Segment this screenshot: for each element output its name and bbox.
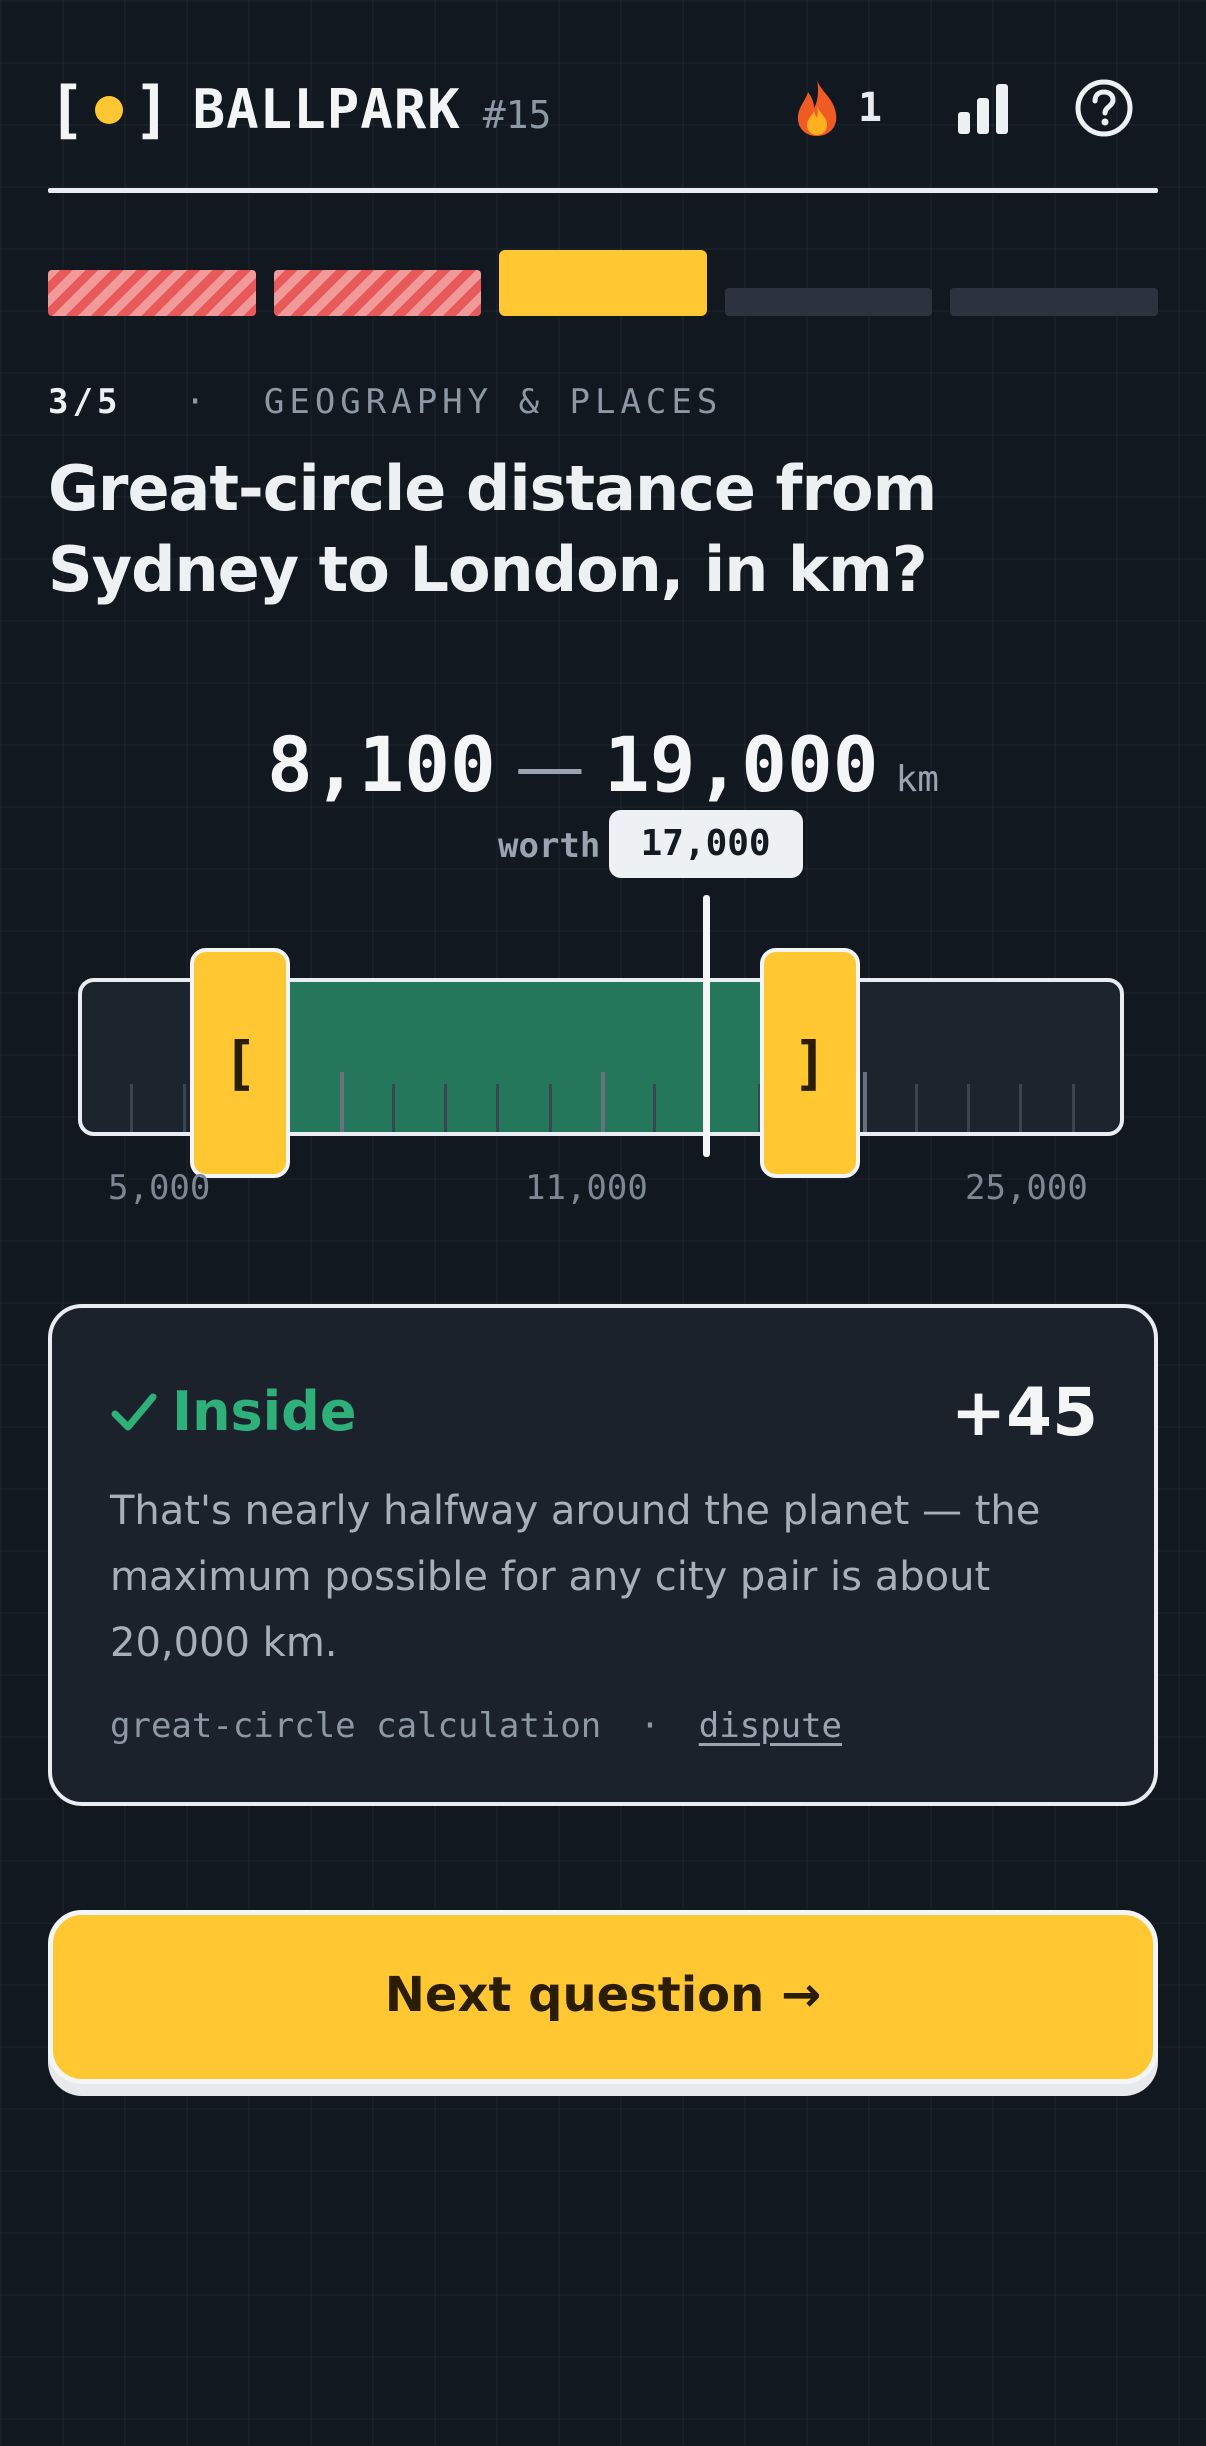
streak-counter: 1 (794, 78, 882, 138)
progress-segment-1 (48, 270, 256, 316)
range-unit: km (895, 759, 939, 800)
verdict: Inside (110, 1380, 356, 1443)
answer-marker (702, 895, 710, 1157)
score: +45 (950, 1374, 1098, 1451)
puzzle-number: #15 (482, 92, 552, 137)
progress-segment-2 (273, 270, 482, 316)
guess-range: 8,100 — 19,000 km (0, 720, 1206, 809)
explanation: That's nearly halfway around the planet … (110, 1488, 1041, 1666)
minor-tick (967, 1084, 971, 1132)
progress-segment-4 (724, 288, 933, 316)
header-divider (48, 188, 1158, 193)
progress-segment-3 (499, 250, 707, 316)
question-meta: 3/5 · GEOGRAPHY & PLACES (48, 382, 722, 422)
major-tick (601, 1072, 605, 1132)
minor-tick (182, 1084, 186, 1132)
major-tick (862, 1072, 867, 1132)
question-progress (48, 250, 1158, 316)
axis-label-max: 25,000 (965, 1168, 1088, 1208)
meta-separator: · (184, 382, 211, 422)
bar-chart-icon (958, 84, 1008, 134)
logo-bracket-right: ] (133, 72, 171, 146)
minor-tick (548, 1084, 552, 1132)
stats-button[interactable] (956, 82, 1010, 136)
question-counter: 3/5 (48, 382, 122, 422)
minor-tick (1019, 1084, 1023, 1132)
minor-tick (914, 1084, 918, 1132)
dispute-link[interactable]: dispute (699, 1706, 842, 1746)
logo-mark: [ ] (48, 72, 171, 146)
source-text: great-circle calculation (110, 1706, 602, 1746)
next-question-button[interactable]: Next question → (48, 1910, 1158, 2084)
progress-segment-5 (950, 288, 1158, 316)
axis-label-mid: 11,000 (525, 1168, 648, 1208)
minor-tick (1071, 1084, 1075, 1132)
minor-tick (653, 1084, 657, 1132)
source-line: great-circle calculation · dispute (110, 1706, 842, 1746)
app-header: [ ] BALLPARK #15 1 (48, 60, 1158, 150)
logo-dot-icon (95, 95, 124, 124)
range-dash: — (514, 726, 585, 808)
streak-count: 1 (858, 85, 883, 131)
verdict-label: Inside (172, 1380, 357, 1443)
major-tick (339, 1072, 344, 1132)
range-fill (240, 982, 811, 1132)
check-icon (111, 1393, 157, 1430)
range-low: 8,100 (267, 720, 496, 809)
help-circle-icon (1075, 79, 1133, 137)
axis-label-min: 5,000 (108, 1168, 211, 1208)
high-handle[interactable]: ] (760, 948, 861, 1178)
minor-tick (391, 1084, 395, 1132)
low-handle[interactable]: [ (190, 948, 291, 1178)
minor-tick (444, 1084, 448, 1132)
question-title: Great-circle distance from Sydney to Lon… (48, 452, 937, 606)
question-category: GEOGRAPHY & PLACES (263, 382, 723, 422)
logo-bracket-left: [ (48, 72, 86, 146)
range-high: 19,000 (603, 720, 879, 809)
logo: [ ] BALLPARK #15 (48, 78, 551, 141)
source-separator: · (639, 1706, 661, 1746)
brand-name: BALLPARK (192, 78, 461, 141)
result-card: Inside +45 That's nearly halfway around … (48, 1304, 1158, 1806)
minor-tick (130, 1084, 134, 1132)
flame-icon (797, 80, 837, 136)
answer-tag: 17,000 (608, 810, 803, 878)
minor-tick (496, 1084, 500, 1132)
help-button[interactable] (1074, 78, 1134, 138)
